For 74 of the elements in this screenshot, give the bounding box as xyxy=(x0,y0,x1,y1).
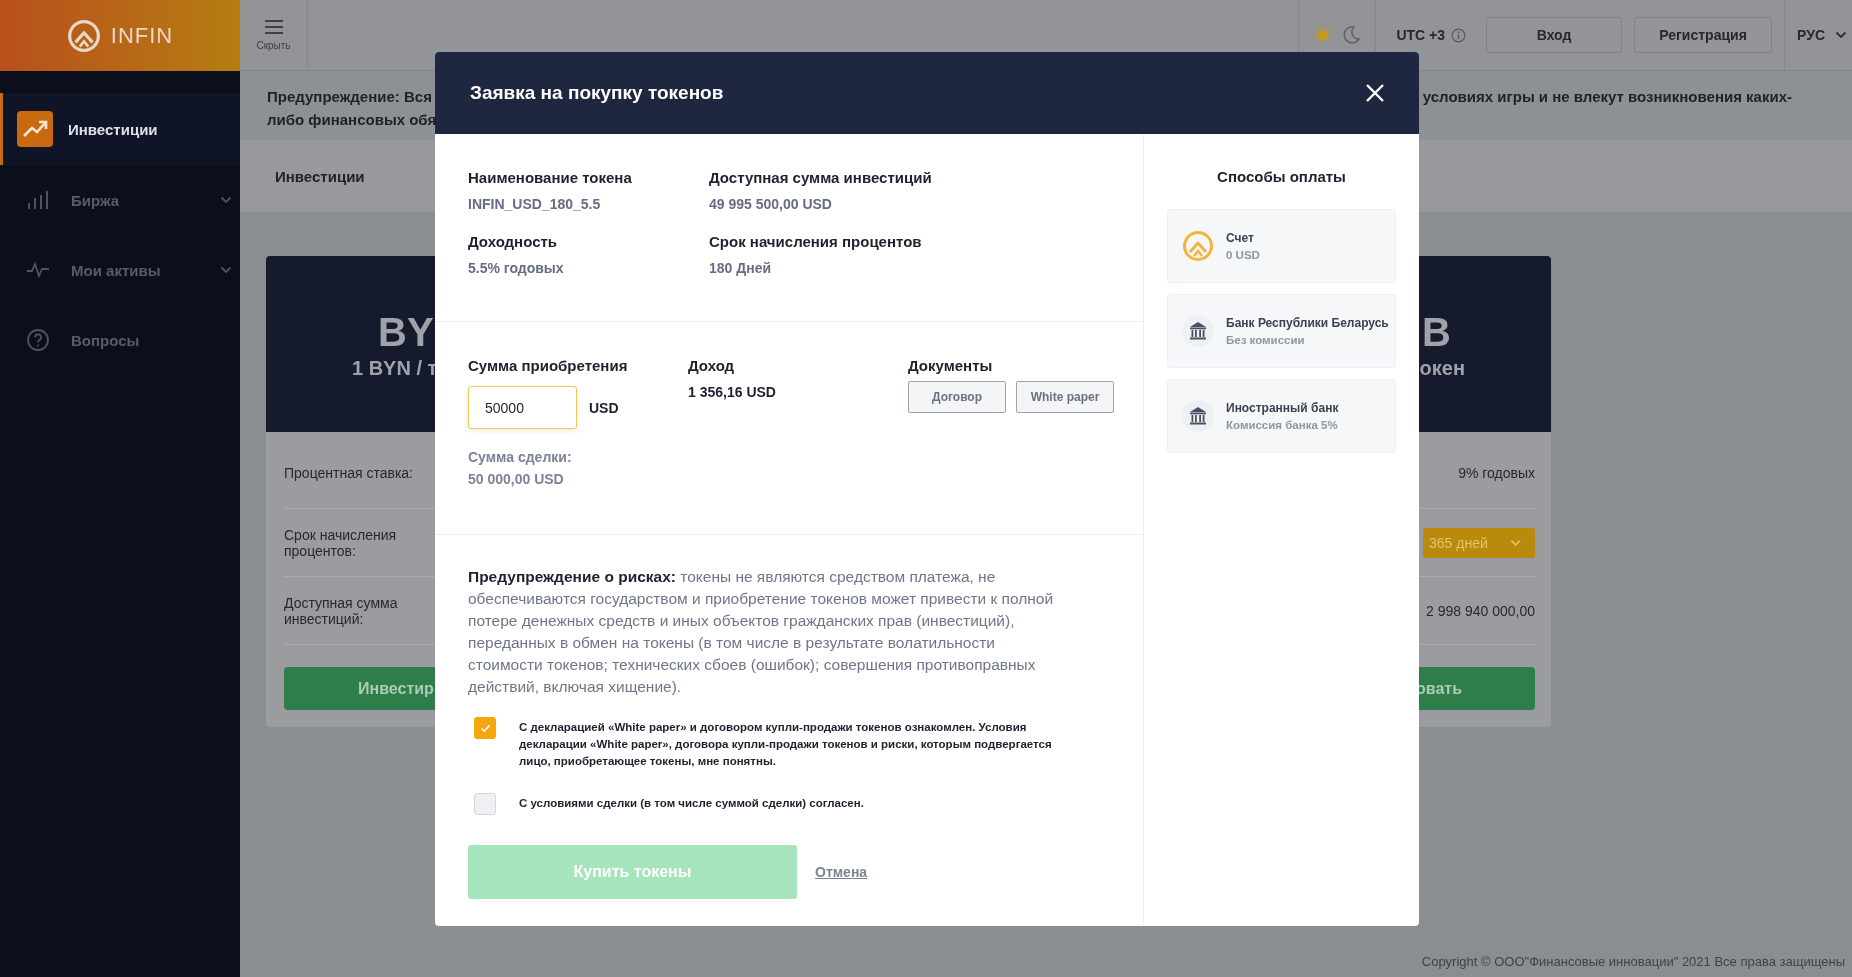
breadcrumb-item[interactable]: Инвестиции xyxy=(275,167,365,185)
field-label: Документы xyxy=(908,356,994,376)
check-icon xyxy=(479,723,491,733)
language-selector[interactable]: РУС xyxy=(1784,0,1852,71)
document-button[interactable]: White paper xyxy=(1016,381,1114,413)
row-label: Срок начисления процентов: xyxy=(284,526,398,559)
method-name: Иностранный банк xyxy=(1226,401,1339,415)
method-name: Счет xyxy=(1226,231,1255,245)
field-label: Доход xyxy=(688,356,736,376)
logo-text: INFIN xyxy=(110,22,174,49)
bank-icon xyxy=(1182,400,1214,432)
chevron-down-icon xyxy=(1835,31,1847,39)
sun-icon xyxy=(1313,25,1334,45)
warning-text: условиях игры и не влекут возникновения каких- xyxy=(1422,87,1792,107)
field-value: 5.5% годовых xyxy=(468,260,565,276)
nav-item[interactable]: Мои активы xyxy=(0,235,240,305)
field-value: INFIN_USD_180_5.5 xyxy=(468,196,602,212)
field-label: Сумма приобретения xyxy=(468,356,629,376)
row-label: Процентная ставка: xyxy=(284,465,413,481)
consent-text: С условиями сделки (в том числе суммой сделки) согласен. xyxy=(519,796,864,811)
income-value: 1 356,16 USD xyxy=(688,384,777,400)
menu-button[interactable]: Скрыть xyxy=(240,0,308,71)
menu-icon xyxy=(263,19,284,34)
amount-input[interactable]: 50000 xyxy=(468,386,577,429)
section-title: Способы оплаты xyxy=(1216,168,1347,185)
total-label: Сумма сделки: xyxy=(468,448,573,467)
row-value: 9% годовых xyxy=(1458,465,1535,481)
copyright-text: Copyright © ООО"Финансовые инновации" 2021 Все права защищены xyxy=(1421,954,1846,971)
field-value: 180 Дней xyxy=(709,260,773,276)
field-label: Наименование токена xyxy=(468,168,633,188)
warning-text: Предупреждение: Вся xyxy=(267,87,433,107)
row-value: 2 998 940 000,00 xyxy=(1426,602,1535,619)
close-icon xyxy=(1365,83,1385,103)
method-note: 0 USD xyxy=(1226,249,1260,261)
payment-method-card[interactable]: Иностранный банк Комиссия банка 5% xyxy=(1167,379,1396,453)
bar-chart-icon xyxy=(26,188,50,212)
method-note: Комиссия банка 5% xyxy=(1226,419,1339,431)
field-label: Срок начисления процентов xyxy=(709,232,923,252)
register-button[interactable]: Регистрация xyxy=(1634,17,1772,53)
document-button[interactable]: Договор xyxy=(908,381,1006,413)
currency-title: B xyxy=(1422,308,1452,355)
cancel-link[interactable]: Отмена xyxy=(815,864,868,880)
modal-title: Заявка на покупку токенов xyxy=(470,82,724,104)
bank-icon xyxy=(1182,315,1214,347)
row-label: Доступная сумма инвестиций: xyxy=(284,594,399,627)
info-icon xyxy=(1451,27,1466,43)
login-button[interactable]: Вход xyxy=(1486,17,1622,53)
total-value: 50 000,00 USD xyxy=(468,470,565,489)
rate-text: окен xyxy=(1419,356,1466,380)
nav-item[interactable]: Инвестиции xyxy=(0,93,240,165)
timezone-label: UTC +3 xyxy=(1396,27,1445,43)
logo-icon xyxy=(66,18,101,53)
payment-method-card[interactable]: Счет 0 USD xyxy=(1167,209,1396,283)
help-icon xyxy=(26,328,50,352)
warning-text: либо финансовых обя xyxy=(267,110,437,130)
nav-item[interactable]: Вопросы xyxy=(0,305,240,375)
currency-title: BY xyxy=(377,308,434,355)
moon-icon xyxy=(1341,25,1362,45)
method-note: Без комиссии xyxy=(1226,334,1306,346)
field-label: Доходность xyxy=(468,232,559,252)
nav-item[interactable]: Биржа xyxy=(0,165,240,235)
field-label: Доступная сумма инвестиций xyxy=(709,168,933,188)
currency-label: USD xyxy=(589,399,619,416)
trend-up-icon xyxy=(17,111,53,147)
chevron-down-icon xyxy=(220,196,232,204)
checkbox[interactable] xyxy=(474,717,496,739)
chevron-down-icon xyxy=(220,266,232,274)
method-name: Банк Республики Беларусь xyxy=(1226,316,1389,330)
field-value: 49 995 500,00 USD xyxy=(709,196,833,212)
payment-method-card[interactable]: Банк Республики Беларусь Без комиссии xyxy=(1167,294,1396,368)
checkbox[interactable] xyxy=(474,793,496,815)
logo-icon xyxy=(1182,230,1214,262)
chevron-down-icon xyxy=(1509,538,1521,547)
consent-text: С декларацией «White paper» и договором купли-продажи токенов ознакомлен. Условия декларации «White paper», договора купли-продажи токенов и риски, которым подвергается лицо, приобретающее токены, мне понятны. xyxy=(519,720,1053,769)
